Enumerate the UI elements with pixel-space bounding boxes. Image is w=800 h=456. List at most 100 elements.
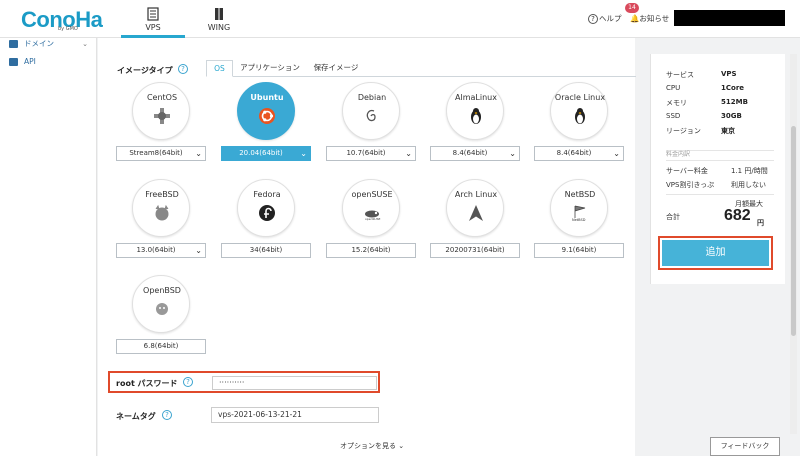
os-logo-button[interactable]: AlmaLinux <box>446 82 504 140</box>
chevron-down-icon: ⌄ <box>300 149 307 158</box>
os-logo-button[interactable]: CentOS <box>132 82 190 140</box>
os-name: Debian <box>357 93 387 102</box>
tab-wing[interactable]: WING <box>187 4 251 38</box>
account-menu[interactable] <box>674 10 785 26</box>
os-version-select[interactable]: 20200731(64bit) <box>430 243 520 258</box>
question-icon: ? <box>588 14 598 24</box>
os-version-select[interactable]: 20.04(64bit) ⌄ <box>221 146 311 161</box>
tux-icon <box>467 107 485 125</box>
netbsd-icon: NetBSD <box>571 204 589 222</box>
spec-key: サービス <box>666 71 694 79</box>
api-icon <box>9 58 18 66</box>
options-label: オプションを見る <box>340 442 396 450</box>
os-version-value: 13.0(64bit) <box>136 246 176 254</box>
tab-vps[interactable]: VPS <box>121 4 185 38</box>
os-version-select[interactable]: 10.7(64bit) ⌄ <box>326 146 416 161</box>
openbsd-icon <box>153 300 171 318</box>
tux-icon <box>571 107 589 125</box>
spec-value: 512MB <box>721 98 748 106</box>
discount-value: 利用しない <box>731 181 766 189</box>
spec-value: 30GB <box>721 112 742 120</box>
spec-key: SSD <box>666 112 681 120</box>
os-name: OpenBSD <box>143 286 181 295</box>
chevron-down-icon: ⌄ <box>195 149 202 158</box>
chevron-down-icon: ⌄ <box>398 442 405 450</box>
chevron-down-icon: ⌄ <box>405 149 412 158</box>
os-logo-button[interactable]: openSUSE openSUSE <box>342 179 400 237</box>
os-version-select[interactable]: Stream8(64bit) ⌄ <box>116 146 206 161</box>
ubuntu-icon <box>258 107 276 125</box>
spec-key: メモリ <box>666 99 687 107</box>
freebsd-icon <box>153 204 171 222</box>
os-name: Arch Linux <box>454 190 498 199</box>
os-version-value: Stream8(64bit) <box>129 149 183 157</box>
question-icon[interactable]: ? <box>178 64 188 74</box>
root-password-input[interactable]: ·········· <box>212 376 377 390</box>
os-logo-button[interactable]: Oracle Linux <box>550 82 608 140</box>
opensuse-icon: openSUSE <box>363 204 381 222</box>
os-logo-button[interactable]: FreeBSD <box>132 179 190 237</box>
os-version-value: 34(64bit) <box>249 246 283 254</box>
os-version-value: 10.7(64bit) <box>346 149 386 157</box>
tab-application[interactable]: アプリケーション <box>238 60 302 77</box>
os-version-value: 9.1(64bit) <box>561 246 597 254</box>
centos-icon <box>153 107 171 125</box>
notice-link[interactable]: 🔔お知らせ <box>630 13 669 24</box>
sidebar-item-domain[interactable]: ドメイン ⌄ <box>0 35 97 53</box>
os-logo-button[interactable]: Arch Linux <box>446 179 504 237</box>
bell-icon: 🔔 <box>630 14 640 23</box>
tab-os[interactable]: OS <box>206 60 233 77</box>
os-version-select[interactable]: 13.0(64bit) ⌄ <box>116 243 206 258</box>
name-tag-input[interactable]: vps-2021-06-13-21-21 <box>211 407 379 423</box>
tab-saved-image[interactable]: 保存イメージ <box>310 60 362 77</box>
os-logo-button[interactable]: Fedora <box>237 179 295 237</box>
chevron-down-icon: ⌄ <box>82 40 88 48</box>
tab-vps-label: VPS <box>145 23 161 32</box>
svg-text:NetBSD: NetBSD <box>572 218 586 222</box>
scrollbar-thumb[interactable] <box>791 126 796 336</box>
total-unit: 円 <box>757 219 764 227</box>
divider <box>666 160 774 161</box>
spec-value: VPS <box>721 70 737 78</box>
os-name: Oracle Linux <box>554 93 606 102</box>
os-name: NetBSD <box>564 190 596 199</box>
server-fee-label: サーバー料金 <box>666 167 708 175</box>
os-logo-button[interactable]: Debian <box>342 82 400 140</box>
os-version-select[interactable]: 34(64bit) <box>221 243 311 258</box>
os-name: AlmaLinux <box>455 93 497 102</box>
svg-text:openSUSE: openSUSE <box>365 217 380 221</box>
chevron-down-icon: ⌄ <box>195 246 202 255</box>
os-name: Ubuntu <box>250 93 284 102</box>
top-header: ConoHa by GMO VPS WING ? ヘルプ 14 🔔お知らせ <box>0 0 800 38</box>
tab-wing-label: WING <box>207 23 231 32</box>
sidebar: ドメイン ⌄ API <box>0 38 97 456</box>
spec-value: 東京 <box>721 127 735 135</box>
fedora-icon <box>258 204 276 222</box>
question-icon[interactable]: ? <box>162 410 172 420</box>
spec-key: CPU <box>666 84 681 92</box>
os-version-select[interactable]: 9.1(64bit) <box>534 243 624 258</box>
help-label: ヘルプ <box>599 14 622 23</box>
server-icon <box>147 7 159 21</box>
question-icon[interactable]: ? <box>183 377 193 387</box>
os-version-select[interactable]: 6.8(64bit) <box>116 339 206 354</box>
sidebar-item-label: API <box>24 57 36 66</box>
os-version-select[interactable]: 8.4(64bit) ⌄ <box>534 146 624 161</box>
options-link[interactable]: オプションを見る ⌄ <box>340 441 404 451</box>
add-button[interactable]: 追加 <box>662 240 769 266</box>
os-version-select[interactable]: 15.2(64bit) <box>326 243 416 258</box>
os-logo-button[interactable]: OpenBSD <box>132 275 190 333</box>
arch-icon <box>467 204 485 222</box>
chevron-down-icon: ⌄ <box>613 149 620 158</box>
logo-subtitle: by GMO <box>58 26 78 32</box>
server-icon <box>215 8 223 20</box>
os-logo-button[interactable]: Ubuntu <box>237 82 295 140</box>
spec-key: リージョン <box>666 127 701 135</box>
notice-label: お知らせ <box>639 14 670 23</box>
os-version-select[interactable]: 8.4(64bit) ⌄ <box>430 146 520 161</box>
feedback-button[interactable]: フィードバック <box>710 437 780 456</box>
help-link[interactable]: ? ヘルプ <box>588 13 622 24</box>
os-version-value: 8.4(64bit) <box>556 149 592 157</box>
os-logo-button[interactable]: NetBSD NetBSD <box>550 179 608 237</box>
sidebar-item-api[interactable]: API <box>0 53 97 71</box>
